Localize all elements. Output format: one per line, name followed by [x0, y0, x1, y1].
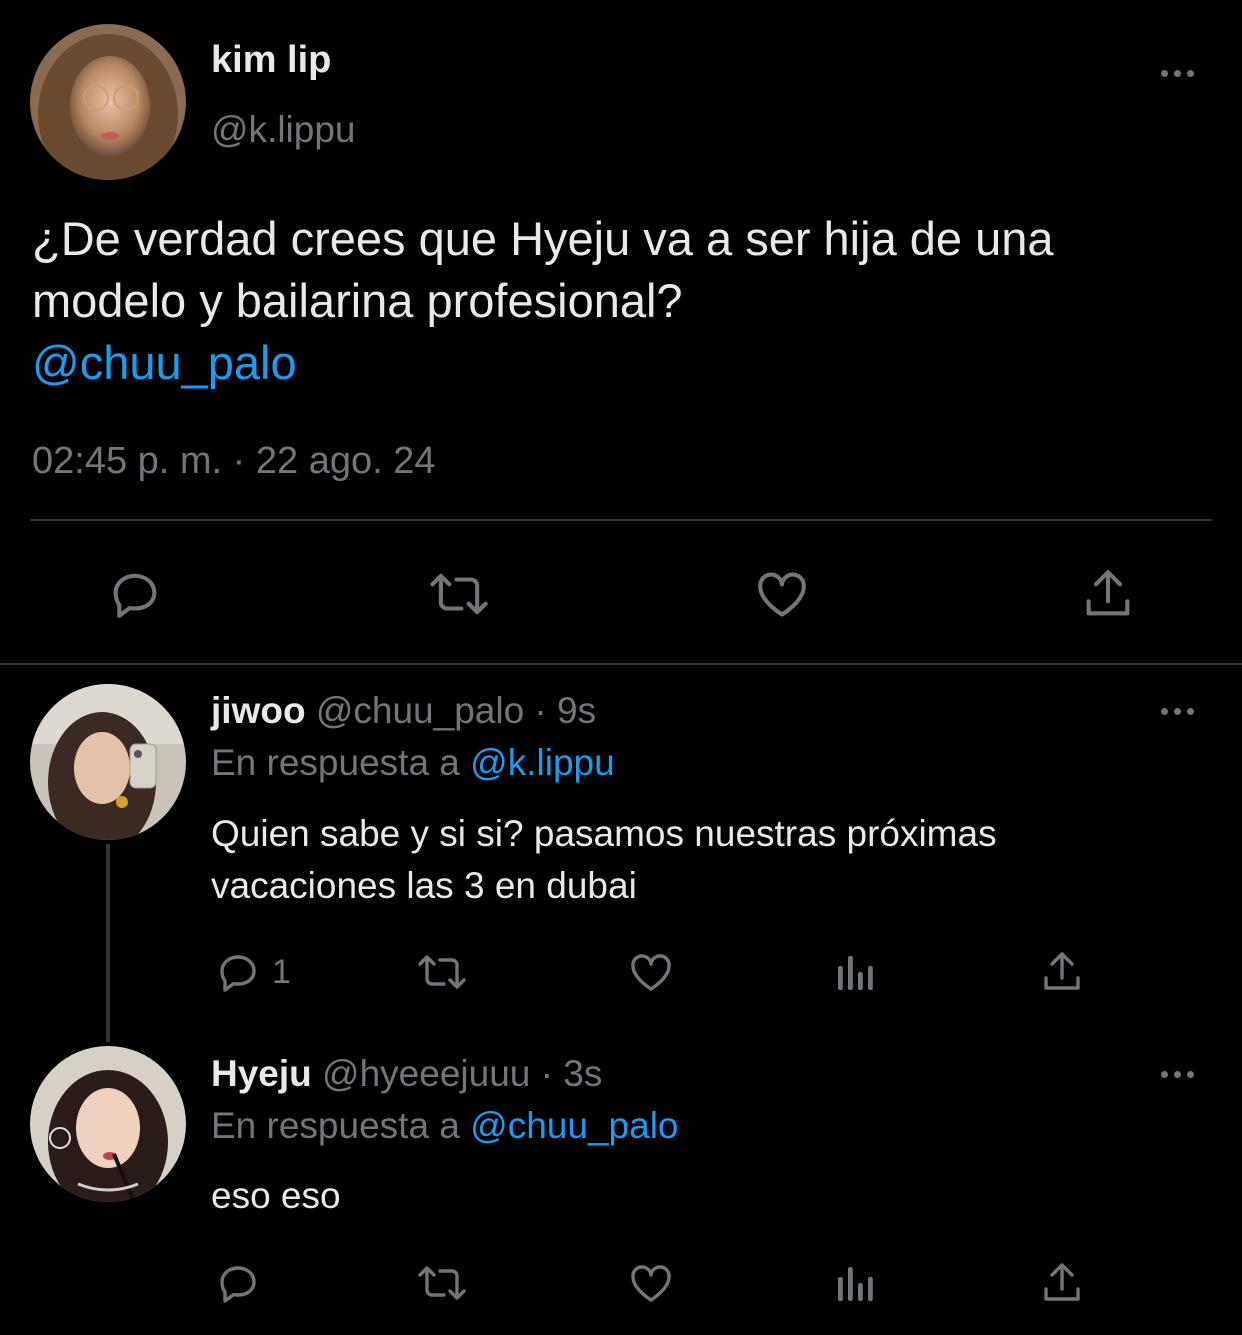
tweet-mention[interactable]: @chuu_palo	[32, 336, 297, 389]
like-icon[interactable]	[752, 565, 812, 623]
author-handle[interactable]: @k.lippu	[211, 108, 356, 152]
tweet-body: ¿De verdad crees que Hyeju va a ser hija…	[32, 212, 1054, 327]
reply-handle-time[interactable]: @hyeeejuuu · 3s	[322, 1053, 602, 1094]
retweet-icon[interactable]	[414, 948, 470, 996]
divider	[0, 663, 1242, 665]
reply-header: Hyeju @hyeeejuuu · 3s	[211, 1051, 602, 1097]
reply-count: 1	[272, 953, 291, 991]
share-icon[interactable]	[1038, 1259, 1086, 1307]
reply-author-name[interactable]: Hyeju	[211, 1053, 312, 1094]
reply-header: jiwoo @chuu_palo · 9s	[211, 688, 596, 734]
avatar-kim-lip[interactable]	[30, 24, 186, 180]
reply-icon[interactable]	[214, 1259, 262, 1307]
reply-text: Quien sabe y si si? pasamos nuestras pró…	[211, 808, 997, 912]
more-options-icon[interactable]	[1161, 70, 1194, 77]
replying-prefix: En respuesta a	[211, 742, 460, 783]
reply-text: eso eso	[211, 1170, 341, 1222]
divider	[30, 519, 1212, 521]
tweet-timestamp[interactable]: 02:45 p. m. · 22 ago. 24	[32, 438, 436, 484]
share-icon[interactable]	[1038, 948, 1086, 996]
thread-line	[106, 844, 110, 1042]
reply-author-name[interactable]: jiwoo	[211, 690, 306, 731]
avatar-hyeju[interactable]	[30, 1046, 186, 1202]
more-options-icon[interactable]	[1161, 708, 1194, 715]
retweet-icon[interactable]	[414, 1259, 470, 1307]
replying-to: En respuesta a @k.lippu	[211, 740, 615, 786]
replying-to-link[interactable]: @chuu_palo	[470, 1105, 678, 1146]
views-icon[interactable]	[834, 1259, 878, 1307]
retweet-icon[interactable]	[426, 565, 492, 623]
reply-text-line: eso eso	[211, 1175, 341, 1216]
views-icon[interactable]	[834, 948, 878, 996]
replying-prefix: En respuesta a	[211, 1105, 460, 1146]
reply-handle-time[interactable]: @chuu_palo · 9s	[316, 690, 596, 731]
tweet-text: ¿De verdad crees que Hyeju va a ser hija…	[32, 208, 1212, 394]
more-options-icon[interactable]	[1161, 1071, 1194, 1078]
reply-icon[interactable]	[106, 565, 164, 623]
share-icon[interactable]	[1079, 565, 1137, 623]
reply-text-line: vacaciones las 3 en dubai	[211, 865, 637, 906]
author-name[interactable]: kim lip	[211, 38, 331, 82]
replying-to: En respuesta a @chuu_palo	[211, 1103, 679, 1149]
reply-icon[interactable]	[214, 948, 262, 996]
like-icon[interactable]	[626, 1259, 676, 1307]
avatar-jiwoo[interactable]	[30, 684, 186, 840]
like-icon[interactable]	[626, 948, 676, 996]
replying-to-link[interactable]: @k.lippu	[470, 742, 615, 783]
reply-text-line: Quien sabe y si si? pasamos nuestras pró…	[211, 813, 997, 854]
